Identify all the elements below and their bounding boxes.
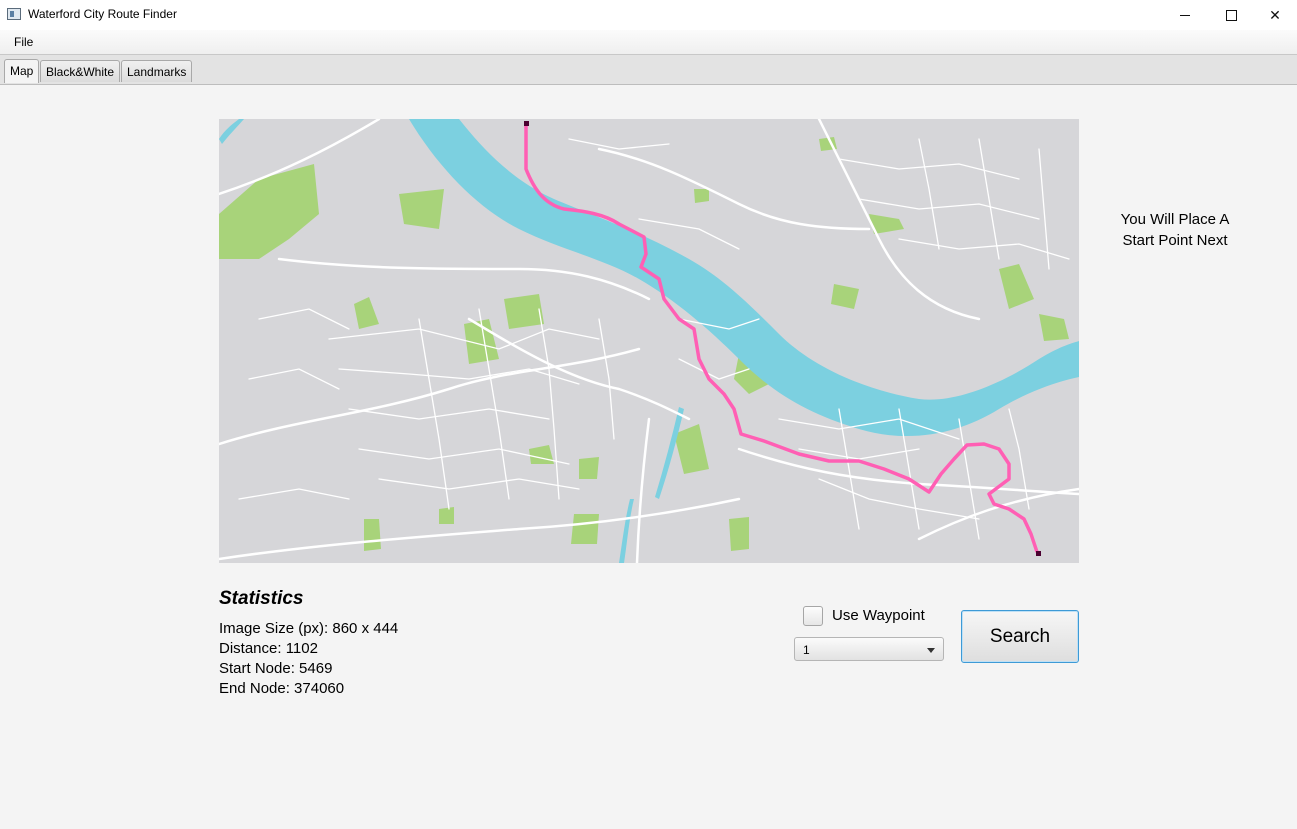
minimize-icon xyxy=(1180,14,1190,16)
maximize-icon xyxy=(1225,9,1237,21)
placement-hint: You Will Place A Start Point Next xyxy=(1100,209,1250,251)
placement-hint-line1: You Will Place A xyxy=(1120,211,1230,228)
minimize-button[interactable] xyxy=(1162,0,1208,30)
menu-bar: File xyxy=(0,30,1297,55)
use-waypoint-label[interactable]: Use Waypoint xyxy=(832,607,925,624)
stat-end-node: End Node: 374060 xyxy=(219,680,345,697)
stat-image-size: Image Size (px): 860 x 444 xyxy=(219,620,399,637)
waypoint-select-value: 1 xyxy=(803,643,810,657)
search-button[interactable]: Search xyxy=(961,610,1079,663)
tab-bar: Map Black&White Landmarks xyxy=(0,55,1297,85)
window-title: Waterford City Route Finder xyxy=(28,7,177,21)
title-bar: Waterford City Route Finder ✕ xyxy=(0,0,1297,30)
tab-black-white[interactable]: Black&White xyxy=(40,60,121,82)
menu-file[interactable]: File xyxy=(8,34,39,50)
statistics-title: Statistics xyxy=(219,588,304,609)
route-start-marker xyxy=(524,121,529,126)
stat-distance: Distance: 1102 xyxy=(219,640,318,657)
app-icon xyxy=(7,8,21,20)
tab-map[interactable]: Map xyxy=(4,59,40,83)
waypoint-select[interactable]: 1 xyxy=(794,637,944,661)
maximize-button[interactable] xyxy=(1208,0,1254,30)
route-end-marker xyxy=(1036,551,1041,556)
tab-landmarks[interactable]: Landmarks xyxy=(121,60,193,82)
map-land xyxy=(219,119,1079,563)
chevron-down-icon xyxy=(927,648,935,653)
close-icon: ✕ xyxy=(1269,6,1281,23)
route-map[interactable] xyxy=(219,119,1079,563)
use-waypoint-checkbox[interactable] xyxy=(803,606,823,626)
placement-hint-line2: Start Point Next xyxy=(1122,232,1228,249)
stat-start-node: Start Node: 5469 xyxy=(219,660,333,677)
close-button[interactable]: ✕ xyxy=(1252,0,1297,30)
